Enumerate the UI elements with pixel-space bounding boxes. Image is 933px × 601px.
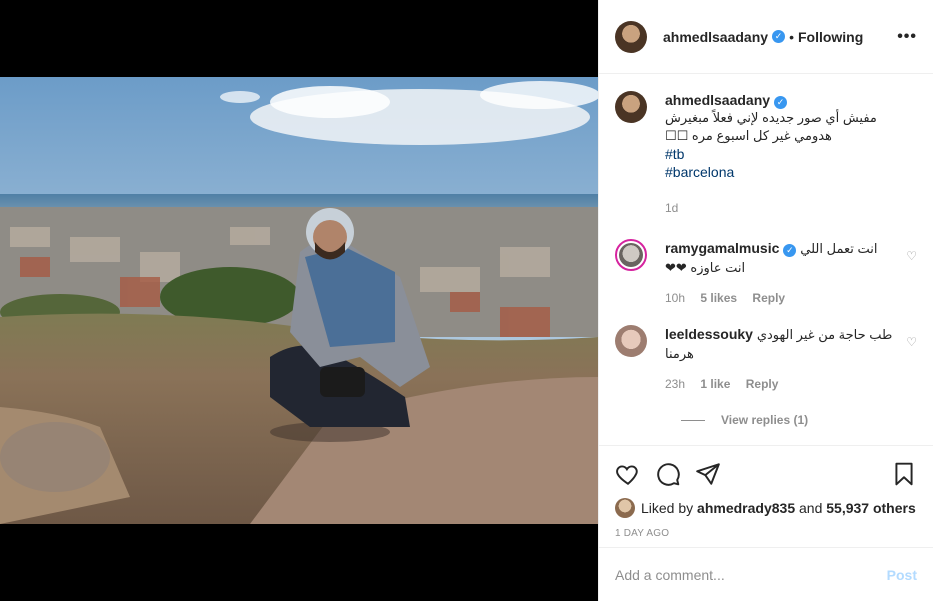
caption-username[interactable]: ahmedlsaadany [665, 92, 770, 108]
liker-avatar[interactable] [615, 498, 635, 518]
post-header: ahmedlsaadany ✓ • Following ••• [599, 0, 933, 74]
add-comment-bar: Post [599, 547, 933, 601]
comment: leeldessouky طب حاجة من غير الهودي هرمنا… [615, 325, 917, 393]
comment-username[interactable]: leeldessouky [665, 326, 753, 342]
post-actions: Liked by ahmedrady835 and 55,937 others … [599, 445, 933, 539]
liked-by: Liked by ahmedrady835 and 55,937 others [615, 498, 917, 518]
reply-button[interactable]: Reply [752, 291, 785, 305]
post-photo[interactable] [0, 77, 598, 524]
more-options-icon[interactable]: ••• [897, 28, 917, 46]
comment-likes[interactable]: 5 likes [700, 291, 737, 305]
caption-text: مفيش أي صور جديده لإني فعلاً مبغيرش هدوم… [665, 110, 877, 143]
post-date[interactable]: 1 DAY AGO [615, 528, 917, 539]
comment-like-icon[interactable]: ♡ [901, 335, 917, 393]
likes-count-button[interactable]: 55,937 others [826, 500, 916, 516]
author-avatar[interactable] [615, 20, 647, 53]
liked-by-and: and [799, 500, 823, 516]
add-comment-input[interactable] [615, 566, 887, 583]
caption: ahmedlsaadany ✓ مفيش أي صور جديده لإني فع… [615, 91, 917, 217]
verified-badge-icon: ✓ [783, 244, 797, 257]
caption-time[interactable]: 1d [665, 201, 678, 215]
share-send-icon[interactable] [695, 461, 721, 487]
view-replies-button[interactable]: View replies (1) [681, 413, 917, 427]
comment-like-icon[interactable]: ♡ [901, 249, 917, 307]
author-username[interactable]: ahmedlsaadany [663, 29, 768, 45]
comment-time[interactable]: 23h [665, 377, 685, 391]
liker-username[interactable]: ahmedrady835 [697, 500, 795, 516]
verified-badge-icon: ✓ [774, 96, 788, 109]
hashtag-tb[interactable]: #tb [665, 145, 917, 163]
header-separator: • [789, 28, 794, 45]
post-comment-button[interactable]: Post [887, 567, 917, 583]
comment-avatar[interactable] [615, 239, 647, 271]
following-button[interactable]: Following [798, 29, 863, 45]
comment-time[interactable]: 10h [665, 291, 685, 305]
comment-username[interactable]: ramygamalmusic [665, 240, 779, 256]
post-media[interactable] [0, 0, 598, 601]
reply-button[interactable]: Reply [746, 377, 779, 391]
comment-bubble-icon[interactable] [655, 461, 681, 487]
comment-avatar[interactable] [615, 325, 647, 357]
caption-avatar[interactable] [615, 91, 647, 123]
comment: ramygamalmusic ✓ انت تعمل اللي انت عاوزه … [615, 239, 917, 307]
comment-likes[interactable]: 1 like [700, 377, 730, 391]
like-heart-icon[interactable] [615, 461, 641, 487]
comments-list[interactable]: ahmedlsaadany ✓ مفيش أي صور جديده لإني فع… [599, 75, 933, 445]
post-sidebar: ahmedlsaadany ✓ • Following ••• ahmedlsa… [598, 0, 933, 601]
hashtag-barcelona[interactable]: #barcelona [665, 163, 917, 181]
save-bookmark-icon[interactable] [891, 461, 917, 487]
verified-badge-icon: ✓ [772, 30, 786, 43]
liked-by-prefix: Liked by [641, 500, 694, 516]
